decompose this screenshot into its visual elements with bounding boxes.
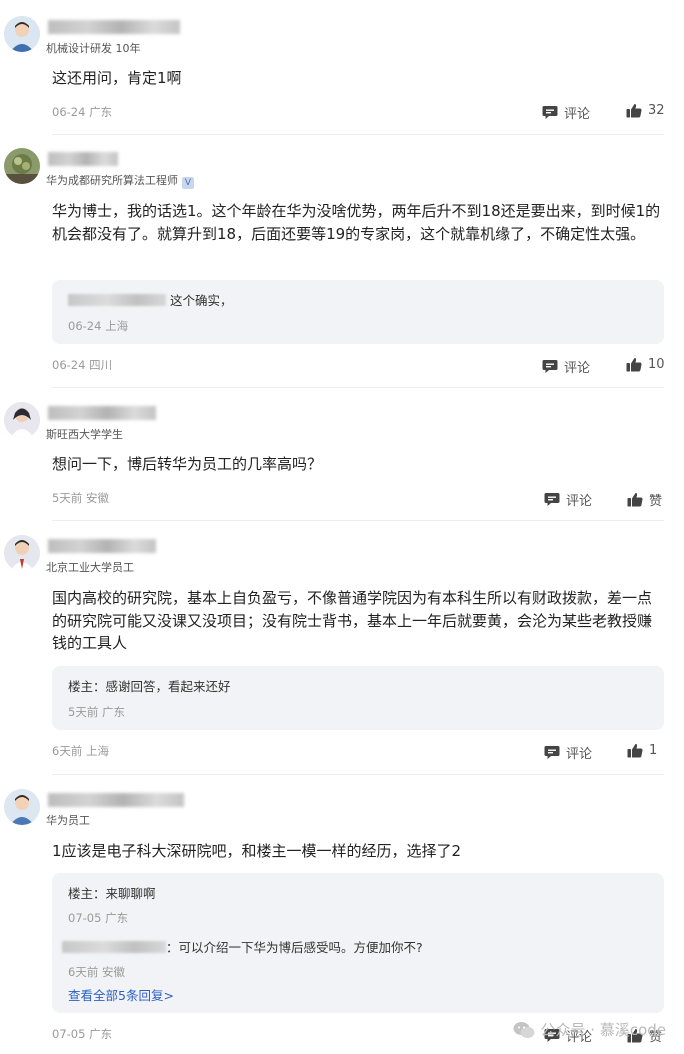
comment-content: 想问一下，博后转华为员工的几率高吗？ (52, 455, 323, 473)
wechat-watermark: 公众号 · 慕溪code (513, 1019, 666, 1040)
reply-author-blurred (68, 294, 166, 306)
reply-text: ：来聊聊啊 (93, 886, 156, 901)
like-button[interactable]: 10 (626, 357, 665, 372)
author-subtitle: 华为员工 (46, 814, 90, 827)
divider (52, 520, 664, 521)
reply-item[interactable]: 这个确实， (68, 290, 233, 309)
comment-meta: 6天前 上海 (52, 744, 109, 758)
avatar[interactable] (4, 535, 40, 571)
author-name-blurred[interactable] (48, 539, 156, 553)
author-subtitle: 机械设计研发 10年 (46, 42, 141, 55)
comment-button[interactable]: 评论 (544, 743, 592, 762)
like-label: 赞 (649, 494, 663, 509)
comment-label: 评论 (566, 747, 593, 762)
reply-item[interactable]: 楼主：感谢回答，看起来还好 (68, 676, 231, 695)
author-name-blurred[interactable] (48, 20, 180, 34)
comment-button[interactable]: 评论 (542, 357, 590, 376)
comment-icon (542, 106, 558, 119)
user-avatar-icon (4, 16, 40, 52)
comment-label: 评论 (566, 494, 593, 509)
plant-avatar-icon (4, 148, 40, 184)
comment-label: 评论 (564, 361, 591, 376)
comment-meta: 5天前 安徽 (52, 491, 109, 505)
comment-button[interactable]: 评论 (544, 490, 592, 509)
reply-author-blurred (62, 941, 166, 953)
author-name-blurred[interactable] (48, 152, 118, 166)
reply-item[interactable]: 楼主：来聊聊啊 (68, 883, 156, 902)
reply-text: ：可以介绍一下华为博后感受吗。方便加你不? (166, 940, 423, 955)
reply-meta: 07-05 广东 (68, 911, 129, 925)
comment-meta: 06-24 四川 (52, 358, 113, 372)
divider (52, 387, 664, 388)
comment-content: 华为博士，我的话选1。这个年龄在华为没啥优势，两年后升不到18还是要出来，到时候… (52, 202, 661, 243)
divider (52, 134, 664, 135)
reply-text: 这个确实， (169, 293, 233, 308)
like-button[interactable]: 32 (626, 103, 665, 118)
reply-author: 楼主 (68, 679, 94, 694)
reply-box: 这个确实， 06-24 上海 (52, 280, 664, 344)
comment-button[interactable]: 评论 (542, 103, 590, 122)
user-avatar-icon (4, 789, 40, 825)
comment-icon (544, 493, 560, 506)
like-count: 10 (648, 357, 665, 372)
author-name-blurred[interactable] (48, 406, 156, 420)
thumbs-up-icon (626, 103, 642, 118)
author-subtitle-text: 华为成都研究所算法工程师 (46, 174, 178, 187)
thumbs-up-icon (627, 492, 643, 507)
reply-meta: 5天前 广东 (68, 705, 125, 719)
reply-meta: 06-24 上海 (68, 319, 129, 333)
reply-author: 楼主 (68, 886, 94, 901)
comment-label: 评论 (564, 107, 591, 122)
divider (52, 774, 664, 775)
comment-content: 1应该是电子科大深研院吧，和楼主一模一样的经历，选择了2 (52, 842, 462, 860)
avatar[interactable] (4, 789, 40, 825)
reply-box: 楼主：来聊聊啊 07-05 广东 ：可以介绍一下华为博后感受吗。方便加你不? 6… (52, 873, 664, 1013)
like-button[interactable]: 赞 (627, 490, 662, 509)
thumbs-up-icon (626, 357, 642, 372)
user-avatar-icon (4, 402, 40, 438)
author-subtitle: 华为成都研究所算法工程师 V (46, 172, 194, 189)
avatar[interactable] (4, 402, 40, 438)
author-name-blurred[interactable] (48, 793, 184, 807)
comment-icon (542, 360, 558, 373)
avatar[interactable] (4, 16, 40, 52)
reply-text: ：感谢回答，看起来还好 (93, 679, 231, 694)
comment-meta: 07-05 广东 (52, 1027, 113, 1041)
avatar[interactable] (4, 148, 40, 184)
comment-icon (544, 746, 560, 759)
thumbs-up-icon (627, 743, 643, 758)
author-subtitle: 斯旺西大学学生 (46, 428, 123, 441)
like-count: 32 (648, 103, 665, 118)
reply-item[interactable]: ：可以介绍一下华为博后感受吗。方便加你不? (62, 937, 423, 956)
like-count: 1 (649, 743, 658, 758)
wechat-icon (513, 1021, 535, 1038)
reply-meta: 6天前 安徽 (68, 965, 125, 979)
view-all-replies-link[interactable]: 查看全部5条回复> (68, 985, 174, 1004)
verified-badge-icon: V (182, 177, 194, 189)
comment-content: 国内高校的研究院，基本上自负盈亏，不像普通学院因为有本科生所以有财政拨款，差一点… (52, 589, 653, 652)
author-subtitle: 北京工业大学员工 (46, 561, 134, 574)
like-button[interactable]: 1 (627, 743, 657, 758)
comment-content: 这还用问，肯定1啊 (52, 69, 182, 87)
user-avatar-icon (4, 535, 40, 571)
comment-meta: 06-24 广东 (52, 105, 113, 119)
watermark-text: 公众号 · 慕溪code (540, 1021, 666, 1039)
reply-box: 楼主：感谢回答，看起来还好 5天前 广东 (52, 666, 664, 730)
